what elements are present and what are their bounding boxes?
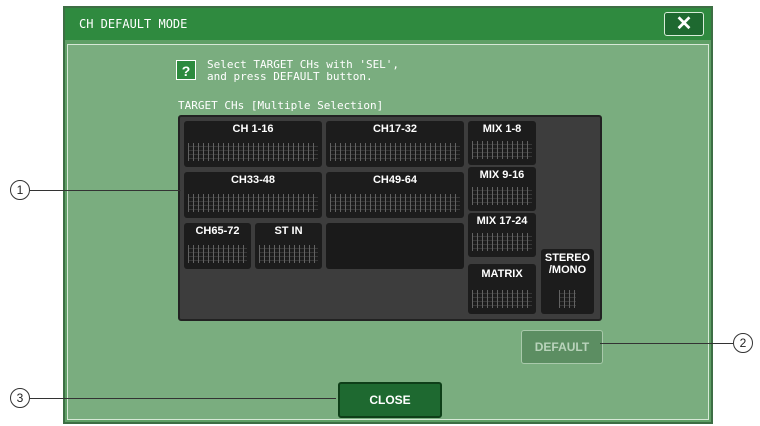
fader-strip-graphic	[559, 290, 576, 308]
fader-strip-graphic	[330, 194, 460, 212]
group-label-line-2: /MONO	[548, 264, 587, 276]
close-button[interactable]: CLOSE	[338, 382, 442, 418]
group-stereo-mono[interactable]: STEREO /MONO	[541, 249, 594, 314]
fader-strip-graphic	[472, 290, 532, 308]
group-label: MATRIX	[481, 268, 523, 280]
group-label: CH33-48	[230, 174, 276, 186]
group-mix-9-16[interactable]: MIX 9-16	[468, 167, 536, 211]
target-chs-label: TARGET CHs [Multiple Selection]	[178, 99, 384, 112]
fader-strip-graphic	[188, 194, 318, 212]
instruction-line-2: and press DEFAULT button.	[207, 70, 373, 83]
group-label: STEREO /MONO	[541, 252, 594, 276]
fader-strip-graphic	[330, 143, 460, 161]
close-icon[interactable]: ✕	[664, 12, 704, 36]
group-ch17-32[interactable]: CH17-32	[326, 121, 464, 167]
group-mix-17-24[interactable]: MIX 17-24	[468, 213, 536, 257]
dialog-title: CH DEFAULT MODE	[79, 17, 188, 31]
group-st-in[interactable]: ST IN	[255, 223, 322, 269]
group-label: CH 1-16	[232, 123, 274, 135]
callout-1: 1	[10, 180, 30, 200]
group-ch49-64[interactable]: CH49-64	[326, 172, 464, 218]
group-ch33-48[interactable]: CH33-48	[184, 172, 322, 218]
group-label: CH17-32	[372, 123, 418, 135]
group-label: ST IN	[274, 225, 303, 237]
group-label: CH65-72	[195, 225, 240, 237]
fader-strip-graphic	[259, 245, 318, 263]
default-button[interactable]: DEFAULT	[521, 330, 603, 364]
group-label: MIX 1-8	[482, 123, 522, 135]
callout-line-3	[30, 398, 336, 399]
channel-selection-panel: CH 1-16 CH17-32 CH33-48 CH49-64 CH65-72 …	[178, 115, 602, 321]
group-label: CH49-64	[372, 174, 418, 186]
fader-strip-graphic	[472, 141, 532, 159]
fader-strip-graphic	[472, 233, 532, 251]
fader-strip-graphic	[188, 143, 318, 161]
group-ch65-72[interactable]: CH65-72	[184, 223, 251, 269]
fader-strip-graphic	[188, 245, 247, 263]
dialog-body: ? Select TARGET CHs with 'SEL', and pres…	[67, 44, 709, 420]
group-mix-1-8[interactable]: MIX 1-8	[468, 121, 536, 165]
fader-strip-graphic	[472, 187, 532, 205]
callout-line-2	[600, 343, 733, 344]
instruction-text: Select TARGET CHs with 'SEL', and press …	[207, 59, 399, 83]
callout-3: 3	[10, 388, 30, 408]
ch-default-mode-dialog: CH DEFAULT MODE ✕ ? Select TARGET CHs wi…	[63, 6, 713, 424]
callout-2: 2	[733, 333, 753, 353]
help-icon: ?	[176, 60, 196, 80]
group-matrix[interactable]: MATRIX	[468, 264, 536, 314]
callout-line-1	[30, 190, 181, 191]
group-label-line-1: STEREO	[544, 252, 591, 264]
empty-slot	[326, 223, 464, 269]
title-bar: CH DEFAULT MODE ✕	[65, 8, 711, 40]
group-ch-1-16[interactable]: CH 1-16	[184, 121, 322, 167]
group-label: MIX 9-16	[479, 169, 525, 181]
group-label: MIX 17-24	[476, 215, 528, 227]
